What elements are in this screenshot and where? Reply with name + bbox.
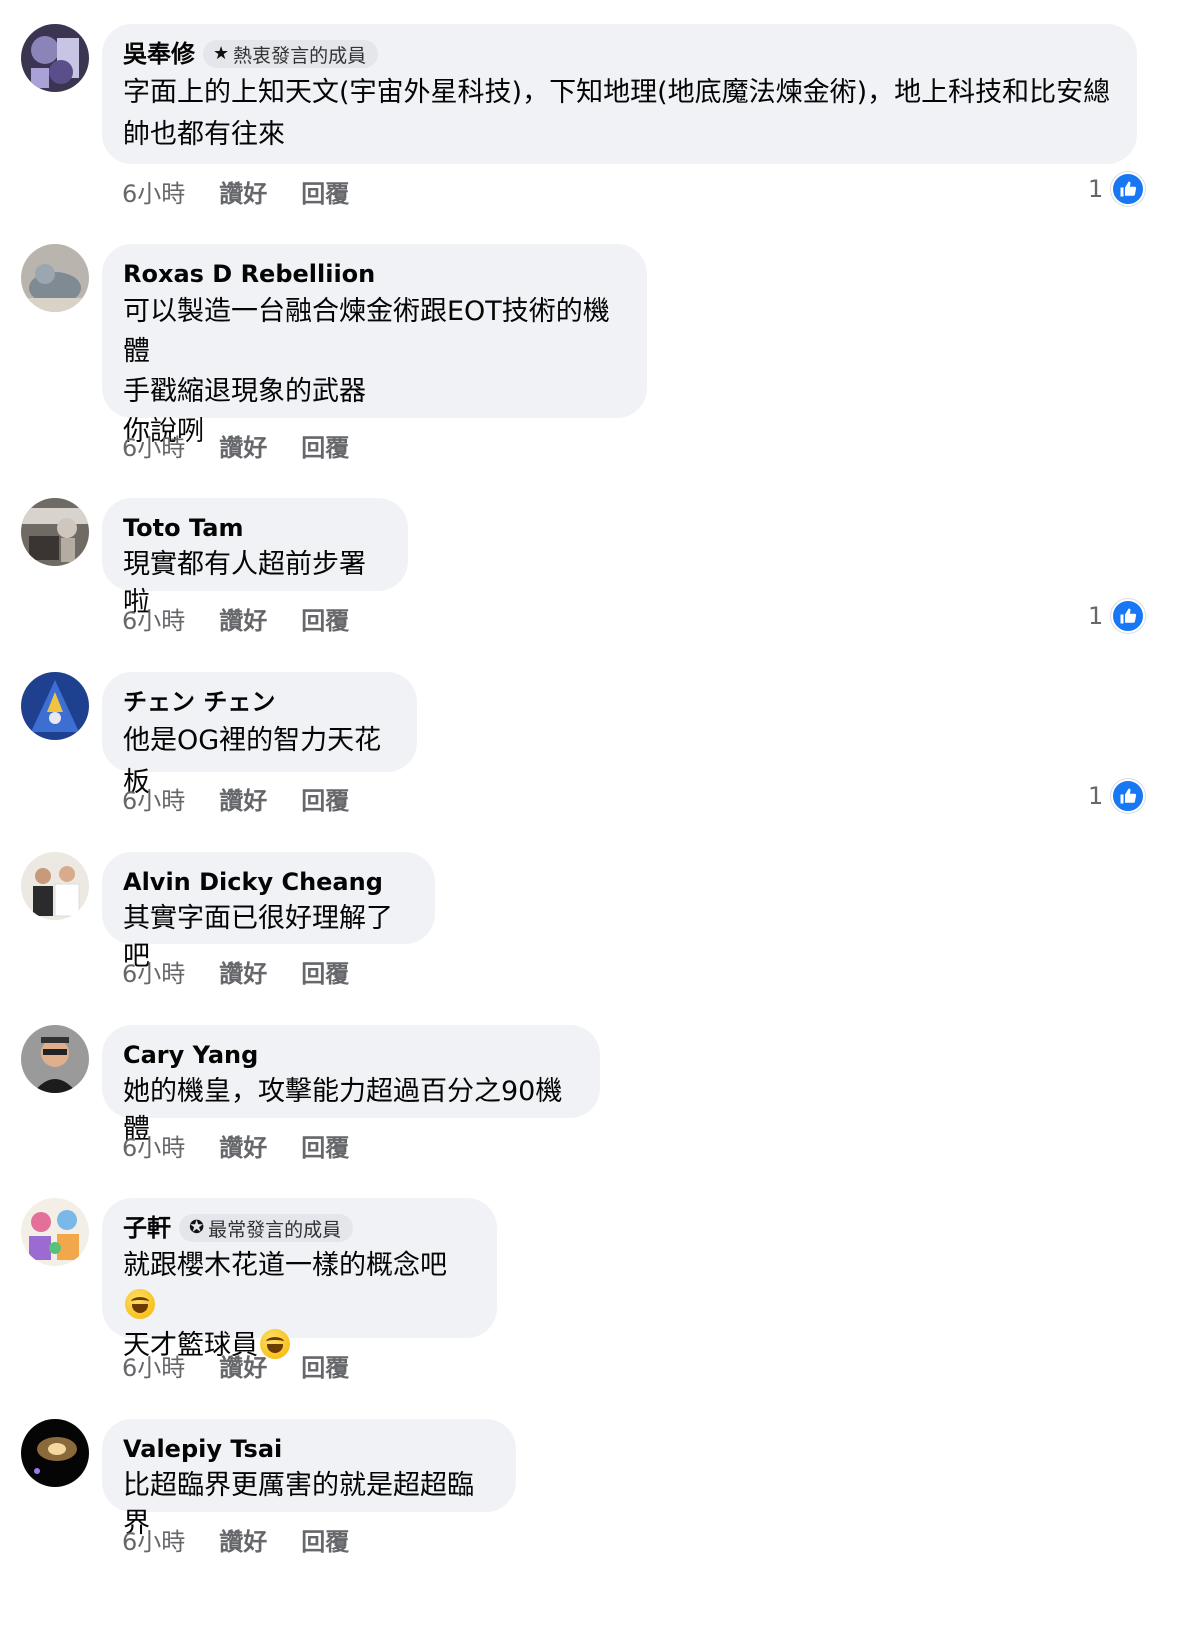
avatar[interactable] — [21, 1419, 89, 1487]
avatar[interactable] — [21, 24, 89, 92]
timestamp[interactable]: 6小時 — [122, 1526, 185, 1558]
author-name[interactable]: Toto Tam — [123, 512, 243, 544]
avatar[interactable] — [21, 244, 89, 312]
author-name[interactable]: チェン チェン — [123, 686, 275, 718]
comment-actions: 6小時 讚好 回覆 — [122, 178, 383, 210]
author-name[interactable]: Alvin Dicky Cheang — [123, 866, 383, 898]
avatar[interactable] — [21, 852, 89, 920]
timestamp[interactable]: 6小時 — [122, 432, 185, 464]
like-button[interactable]: 讚好 — [219, 1132, 267, 1164]
avatar[interactable] — [21, 498, 89, 566]
avatar[interactable] — [21, 1025, 89, 1093]
comment-text: 可以製造一台融合煉金術跟EOT技術的機體 手戳縮退現象的武器 你說咧 — [123, 296, 610, 447]
comment-bubble: Alvin Dicky Cheang 其實字面已很好理解了吧 — [102, 852, 435, 972]
ribbon-icon: ✪ — [189, 1217, 205, 1238]
reply-button[interactable]: 回覆 — [301, 605, 349, 637]
grinning-squinting-face-icon — [125, 1289, 155, 1319]
badge-label: 最常發言的成員 — [208, 1218, 342, 1241]
like-button[interactable]: 讚好 — [219, 1526, 267, 1558]
reply-button[interactable]: 回覆 — [301, 1132, 349, 1164]
comment-bubble: チェン チェン 他是OG裡的智力天花板 — [102, 672, 417, 798]
badge-label: 熱衷發言的成員 — [233, 44, 367, 67]
avatar[interactable] — [21, 672, 89, 740]
comment-actions: 6小時 讚好 回覆 — [122, 605, 383, 637]
comment-bubble: Toto Tam 現實都有人超前步署啦 — [102, 498, 408, 618]
author-name[interactable]: Valepiy Tsai — [123, 1433, 282, 1465]
like-button[interactable]: 讚好 — [219, 958, 267, 990]
comment-actions: 6小時 讚好 回覆 — [122, 432, 383, 464]
member-badge[interactable]: ✪ 最常發言的成員 — [179, 1214, 354, 1242]
reply-button[interactable]: 回覆 — [301, 785, 349, 817]
member-badge[interactable]: ★ 熱衷發言的成員 — [203, 40, 379, 68]
timestamp[interactable]: 6小時 — [122, 178, 185, 210]
thumbs-up-icon — [1111, 172, 1146, 206]
reply-button[interactable]: 回覆 — [301, 958, 349, 990]
like-button[interactable]: 讚好 — [219, 1352, 267, 1384]
reaction-number: 1 — [1088, 782, 1104, 810]
comment-bubble: Valepiy Tsai 比超臨界更厲害的就是超超臨界 — [102, 1419, 516, 1539]
comment-bubble: 子軒 ✪ 最常發言的成員 就跟櫻木花道一樣的概念吧 天才籃球員 — [102, 1198, 497, 1361]
timestamp[interactable]: 6小時 — [122, 785, 185, 817]
author-name[interactable]: 子軒 — [123, 1212, 171, 1244]
thumbs-up-icon — [1111, 599, 1146, 633]
timestamp[interactable]: 6小時 — [122, 1352, 185, 1384]
author-name[interactable]: Roxas D Rebelliion — [123, 258, 375, 290]
comment-actions: 6小時 讚好 回覆 — [122, 1132, 383, 1164]
comment-actions: 6小時 讚好 回覆 — [122, 1352, 383, 1384]
comment-bubble: 吳奉修 ★ 熱衷發言的成員 字面上的上知天文(宇宙外星科技)，下知地理(地底魔法… — [102, 24, 1137, 164]
author-name[interactable]: Cary Yang — [123, 1039, 258, 1071]
comment-actions: 6小時 讚好 回覆 — [122, 785, 383, 817]
timestamp[interactable]: 6小時 — [122, 958, 185, 990]
comment-list: 吳奉修 ★ 熱衷發言的成員 字面上的上知天文(宇宙外星科技)，下知地理(地底魔法… — [0, 0, 1200, 1628]
timestamp[interactable]: 6小時 — [122, 1132, 185, 1164]
author-name[interactable]: 吳奉修 — [123, 38, 195, 70]
comment-text: 字面上的上知天文(宇宙外星科技)，下知地理(地底魔法煉金術)，地上科技和比安總 … — [123, 77, 1111, 150]
like-button[interactable]: 讚好 — [219, 432, 267, 464]
like-button[interactable]: 讚好 — [219, 178, 267, 210]
avatar[interactable] — [21, 1198, 89, 1266]
reaction-number: 1 — [1088, 602, 1104, 630]
like-button[interactable]: 讚好 — [219, 785, 267, 817]
thumbs-up-icon — [1111, 779, 1146, 813]
reply-button[interactable]: 回覆 — [301, 1526, 349, 1558]
reaction-count[interactable]: 1 — [1088, 172, 1146, 206]
comment-actions: 6小時 讚好 回覆 — [122, 1526, 383, 1558]
reaction-count[interactable]: 1 — [1088, 599, 1146, 633]
comment-text-line: 就跟櫻木花道一樣的概念吧 — [123, 1250, 447, 1281]
reaction-number: 1 — [1088, 175, 1104, 203]
star-icon: ★ — [213, 43, 230, 64]
reaction-count[interactable]: 1 — [1088, 779, 1146, 813]
timestamp[interactable]: 6小時 — [122, 605, 185, 637]
comment-actions: 6小時 讚好 回覆 — [122, 958, 383, 990]
comment-bubble: Roxas D Rebelliion 可以製造一台融合煉金術跟EOT技術的機體 … — [102, 244, 647, 447]
like-button[interactable]: 讚好 — [219, 605, 267, 637]
reply-button[interactable]: 回覆 — [301, 178, 349, 210]
comment-bubble: Cary Yang 她的機皇，攻擊能力超過百分之90機體 — [102, 1025, 600, 1145]
reply-button[interactable]: 回覆 — [301, 432, 349, 464]
comment-text: 就跟櫻木花道一樣的概念吧 天才籃球員 — [123, 1246, 477, 1366]
reply-button[interactable]: 回覆 — [301, 1352, 349, 1384]
